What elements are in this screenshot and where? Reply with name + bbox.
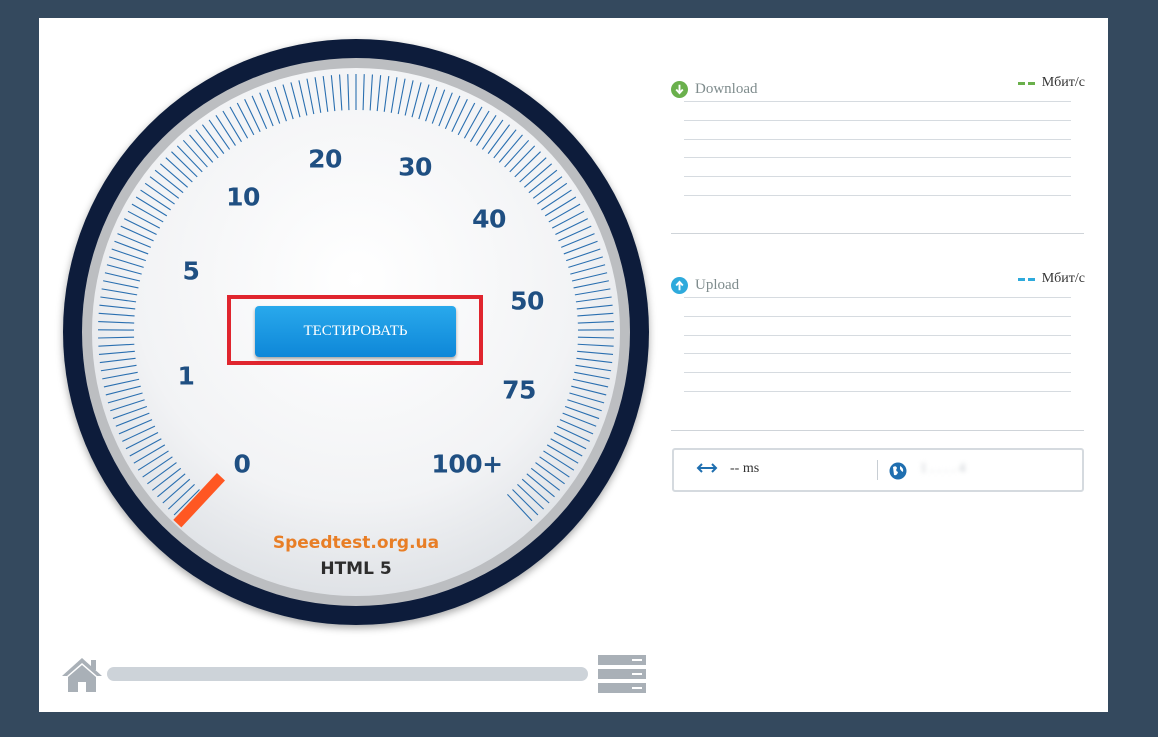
upload-label: Upload <box>695 277 740 293</box>
upload-section: Upload Мбит/с <box>671 271 1085 437</box>
upload-unit: Мбит/с <box>1041 271 1085 286</box>
download-unit: Мбит/с <box>1041 75 1085 90</box>
ip-address: 1 . . . . 4 <box>920 461 966 476</box>
ping-arrows-icon <box>696 463 718 473</box>
scale-label-40: 40 <box>472 204 506 234</box>
test-progress-bar <box>107 667 588 681</box>
globe-icon <box>889 462 907 480</box>
speedtest-card: 0 1 5 10 20 30 40 50 75 100+ ТЕСТИРОВАТЬ… <box>39 18 1108 712</box>
arrow-up-circle-icon <box>671 277 688 294</box>
upload-graph <box>684 297 1071 410</box>
connection-info-box: -- ms 1 . . . . 4 <box>672 448 1084 492</box>
scale-label-100: 100+ <box>431 449 503 479</box>
scale-label-0: 0 <box>233 449 251 479</box>
server-icon[interactable] <box>598 654 646 694</box>
arrow-down-circle-icon <box>671 81 688 98</box>
upload-legend-dash <box>1017 277 1025 281</box>
engine-label: HTML 5 <box>320 559 392 579</box>
scale-label-30: 30 <box>398 152 432 182</box>
home-icon[interactable] <box>60 656 104 694</box>
section-divider <box>671 233 1084 234</box>
section-divider <box>671 430 1084 431</box>
scale-label-20: 20 <box>308 144 342 174</box>
download-legend-dash <box>1017 81 1025 85</box>
ping-value: -- ms <box>730 461 760 476</box>
start-test-button[interactable]: ТЕСТИРОВАТЬ <box>255 306 456 357</box>
download-graph <box>684 101 1071 214</box>
scale-label-5: 5 <box>182 256 200 286</box>
info-separator <box>877 460 878 480</box>
scale-label-1: 1 <box>177 361 195 391</box>
brand-label: Speedtest.org.ua <box>272 533 440 553</box>
scale-label-50: 50 <box>510 286 544 316</box>
download-label: Download <box>695 81 758 97</box>
scale-label-10: 10 <box>226 182 260 212</box>
download-section: Download Мбит/с <box>671 75 1085 241</box>
scale-label-75: 75 <box>502 375 536 405</box>
